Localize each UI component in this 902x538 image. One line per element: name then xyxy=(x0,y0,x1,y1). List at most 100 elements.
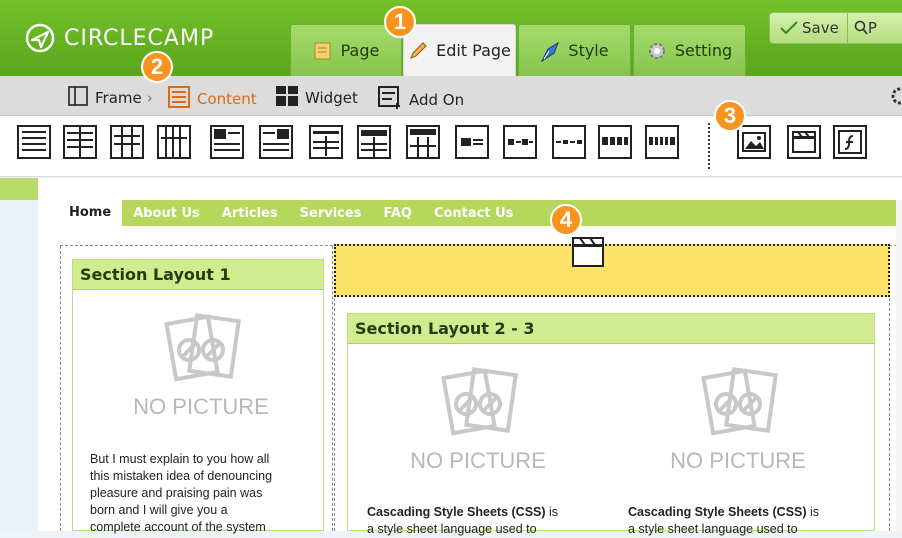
widget-label: Widget xyxy=(305,89,358,107)
section-layout-1-title: Section Layout 1 xyxy=(73,260,323,290)
image-icon xyxy=(742,132,766,152)
flash-icon xyxy=(838,130,862,154)
preview-button[interactable]: P xyxy=(848,19,877,37)
layout-4col-icon[interactable] xyxy=(157,125,191,159)
tab-edit-page[interactable]: Edit Page xyxy=(403,24,516,76)
image-block-button[interactable] xyxy=(737,125,771,159)
section-2-col-2-text: Cascading Style Sheets (CSS) is a style … xyxy=(628,504,868,538)
video-block-button[interactable] xyxy=(787,125,821,159)
content-icon xyxy=(168,86,190,112)
save-preview-group: Save P xyxy=(769,12,902,44)
addon-button[interactable]: Add On xyxy=(378,86,464,114)
tab-setting[interactable]: Setting xyxy=(633,24,746,76)
text-line: But I must explain to you how all xyxy=(90,452,270,466)
content-button[interactable]: Content xyxy=(168,86,257,112)
tab-page[interactable]: Page xyxy=(290,24,402,76)
widget-button[interactable]: Widget xyxy=(276,86,358,110)
bold-term: Cascading Style Sheets (CSS) xyxy=(367,505,546,519)
circlecamp-logo-icon xyxy=(25,23,55,53)
layout-header-3col-icon[interactable] xyxy=(406,125,440,159)
addon-label: Add On xyxy=(409,91,465,109)
section-2-col-1-text: Cascading Style Sheets (CSS) is a style … xyxy=(367,504,607,538)
no-picture-icon xyxy=(441,367,518,436)
page-icon xyxy=(313,41,333,61)
site-nav: Home About Us Articles Services FAQ Cont… xyxy=(58,198,902,226)
no-picture-placeholder: NO PICTURE xyxy=(121,310,281,420)
tab-setting-label: Setting xyxy=(674,41,733,60)
site-nav-about[interactable]: About Us xyxy=(122,200,211,226)
style-brush-icon xyxy=(540,41,560,62)
no-picture-placeholder: NO PICTURE xyxy=(388,364,568,474)
text-line: complete account of the system xyxy=(90,520,266,534)
site-nav-home[interactable]: Home xyxy=(58,198,123,226)
magnifier-icon xyxy=(854,20,868,35)
frame-icon xyxy=(68,86,88,110)
site-nav-faq[interactable]: FAQ xyxy=(372,200,423,226)
layout-banner-icon[interactable] xyxy=(455,125,489,159)
no-picture-placeholder: NO PICTURE xyxy=(648,364,828,474)
layout-grid-6-icon[interactable] xyxy=(645,125,679,159)
no-picture-label: NO PICTURE xyxy=(133,394,269,419)
app-logo[interactable]: CIRCLECAMP xyxy=(24,22,214,54)
callout-badge-4: 4 xyxy=(550,204,582,236)
no-picture-label: NO PICTURE xyxy=(410,448,546,473)
right-edge xyxy=(896,200,902,531)
layout-image-right-icon[interactable] xyxy=(259,125,293,159)
frame-button[interactable]: Frame › xyxy=(68,86,153,110)
chevron-right-icon: › xyxy=(146,89,153,107)
layout-full-icon[interactable] xyxy=(17,125,51,159)
content-label: Content xyxy=(197,90,257,108)
section-layout-1[interactable]: Section Layout 1 NO PICTURE But I must e… xyxy=(72,259,324,534)
text-line: born and I will give you a xyxy=(90,503,228,517)
text-line: Cascading Style Sheets (CSS) is xyxy=(628,504,868,521)
drop-zone[interactable] xyxy=(334,237,890,297)
tab-page-label: Page xyxy=(340,41,380,60)
section-layout-2-3-title: Section Layout 2 - 3 xyxy=(348,314,874,344)
no-picture-icon xyxy=(701,367,778,436)
preview-button-label: P xyxy=(867,19,877,37)
save-button-label: Save xyxy=(802,19,839,37)
layout-2col-icon[interactable] xyxy=(63,125,97,159)
clapperboard-icon xyxy=(792,131,816,153)
gear-icon xyxy=(647,41,667,61)
addon-icon xyxy=(378,86,402,114)
layout-header-2col-icon[interactable] xyxy=(357,125,391,159)
layout-banner-2-icon[interactable] xyxy=(503,125,537,159)
site-nav-contact[interactable]: Contact Us xyxy=(423,200,524,226)
save-button[interactable]: Save xyxy=(770,13,848,43)
site-nav-services[interactable]: Services xyxy=(289,200,373,226)
layout-icon-row xyxy=(0,117,902,177)
clapperboard-icon xyxy=(572,237,604,267)
layout-grid-4-icon[interactable] xyxy=(598,125,632,159)
callout-badge-3: 3 xyxy=(714,100,746,132)
site-nav-articles[interactable]: Articles xyxy=(211,200,289,226)
text-line: a style sheet language used to xyxy=(367,522,537,536)
callout-badge-1: 1 xyxy=(384,6,416,38)
text-rest: is xyxy=(545,505,559,519)
flash-block-button[interactable] xyxy=(833,125,867,159)
section-1-text: But I must explain to you how all this m… xyxy=(90,451,320,536)
text-line: pleasure and praising pain was xyxy=(90,486,263,500)
frame-label: Frame xyxy=(95,89,142,107)
widget-icon xyxy=(276,86,298,110)
callout-badge-2: 2 xyxy=(141,51,173,83)
layout-split-icon[interactable] xyxy=(309,125,343,159)
pencil-icon xyxy=(408,41,428,61)
text-line: a style sheet language used to xyxy=(628,522,798,536)
tab-style-label: Style xyxy=(568,41,609,60)
layout-banner-3-icon[interactable] xyxy=(552,125,586,159)
text-line: Cascading Style Sheets (CSS) is xyxy=(367,504,607,521)
text-rest: is xyxy=(806,505,820,519)
checkmark-icon xyxy=(780,21,798,35)
tab-style[interactable]: Style xyxy=(518,24,631,76)
no-picture-label: NO PICTURE xyxy=(670,448,806,473)
layout-image-left-icon[interactable] xyxy=(210,125,244,159)
app-logo-text: CIRCLECAMP xyxy=(64,25,215,51)
layout-3col-icon[interactable] xyxy=(110,125,144,159)
toolbar-separator xyxy=(708,123,710,169)
section-layout-2-3[interactable]: Section Layout 2 - 3 NO PICTURE NO PICTU… xyxy=(347,313,875,536)
no-picture-icon xyxy=(164,313,241,382)
tab-edit-page-label: Edit Page xyxy=(436,41,511,60)
settings-gear-icon[interactable] xyxy=(888,86,902,106)
bold-term: Cascading Style Sheets (CSS) xyxy=(628,505,807,519)
